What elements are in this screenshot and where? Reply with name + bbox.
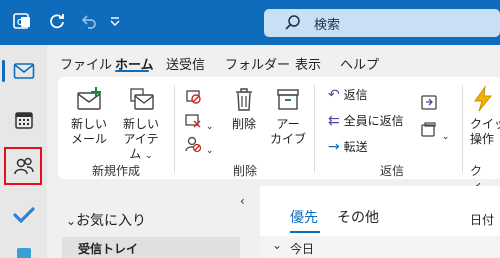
new-item-button[interactable]: 新しい アイテム ⌄	[118, 85, 164, 164]
search-icon	[285, 15, 300, 30]
quick-steps-button[interactable]: クイッ 操作	[470, 85, 500, 147]
quick-steps-label-2: 操作	[470, 132, 495, 146]
favorites-header[interactable]: ⌄お気に入り	[66, 210, 146, 230]
chevron-down-icon: ⌄	[441, 132, 450, 142]
reply-all-label: 全員に返信	[343, 114, 404, 128]
trash-icon	[236, 88, 252, 111]
delete-label: 削除	[231, 117, 256, 131]
calendar-reply-icon	[421, 95, 437, 110]
title-bar: O 検索	[0, 0, 500, 45]
ignore-icon	[186, 90, 201, 104]
sync-icon[interactable]	[46, 10, 68, 32]
junk-icon	[185, 136, 202, 153]
date-group-header[interactable]: ⌄ 今日	[260, 236, 500, 258]
more-respond-button[interactable]: ⌄	[420, 121, 449, 142]
quick-steps-label-1: クイッ	[470, 117, 500, 131]
cleanup-button[interactable]: ⌄	[184, 111, 213, 132]
outlook-logo-icon: O	[11, 10, 33, 32]
tab-help[interactable]: ヘルプ	[340, 54, 379, 73]
more-respond-icon	[421, 122, 436, 137]
people-app-button[interactable]	[9, 151, 39, 181]
search-box[interactable]: 検索	[264, 9, 500, 37]
reply-all-button[interactable]: ⇇ 全員に返信	[328, 112, 404, 129]
people-icon	[14, 157, 34, 175]
junk-button[interactable]: ⌄	[184, 135, 213, 156]
tab-folder[interactable]: フォルダー	[225, 54, 290, 73]
tab-focused[interactable]: 優先	[290, 207, 318, 227]
tab-send-receive[interactable]: 送受信	[166, 54, 205, 73]
app-icon	[17, 248, 31, 258]
calendar-app-button[interactable]	[9, 105, 39, 135]
reply-label: 返信	[343, 88, 368, 102]
forward-button[interactable]: → 転送	[328, 138, 368, 155]
tab-other[interactable]: その他	[337, 207, 379, 227]
sort-label: 日付	[470, 213, 495, 227]
cleanup-icon	[185, 114, 201, 128]
calendar-icon	[15, 112, 33, 129]
chevron-down-icon: ⌄	[205, 146, 214, 156]
tab-view[interactable]: 表示	[295, 54, 321, 73]
lightning-icon	[474, 85, 493, 112]
forward-icon: →	[328, 139, 340, 155]
ribbon-tab-bar: ファイル ホーム 送受信 フォルダー 表示 ヘルプ	[47, 45, 500, 77]
separator	[174, 85, 175, 173]
ribbon: 新しい メール 新しい アイテム ⌄ 新規作成 ⌄ ⌄ 削除 アー カイブ 削除…	[58, 77, 500, 195]
mail-app-button[interactable]	[9, 56, 39, 86]
focused-tab-underline	[290, 231, 320, 233]
chevron-down-icon: ⌄	[145, 151, 153, 161]
favorites-label: お気に入り	[76, 213, 147, 229]
active-tab-underline	[115, 70, 149, 72]
archive-label-2: カイブ	[269, 132, 306, 146]
meeting-reply-button[interactable]	[420, 93, 438, 114]
collapse-pane-chevron-icon[interactable]: ‹	[240, 194, 245, 208]
group-label-respond: 返信	[380, 164, 405, 178]
archive-label-1: アー	[276, 117, 300, 131]
mail-icon	[13, 63, 35, 79]
active-app-indicator	[2, 60, 5, 82]
new-item-label-1: 新しい	[122, 117, 159, 131]
search-placeholder: 検索	[314, 18, 341, 33]
delete-button[interactable]: 削除	[226, 85, 262, 132]
todo-check-icon	[13, 207, 35, 224]
chevron-down-icon: ⌄	[205, 122, 214, 132]
reply-all-icon: ⇇	[328, 113, 340, 129]
chevron-down-icon: ⌄	[66, 214, 77, 228]
svg-text:O: O	[17, 18, 23, 27]
customize-toolbar-icon[interactable]	[104, 10, 126, 32]
inbox-label: 受信トレイ	[78, 242, 139, 256]
group-label-new: 新規作成	[92, 164, 141, 178]
new-mail-label-1: 新しい	[70, 117, 107, 131]
new-mail-icon	[77, 87, 101, 110]
separator	[462, 85, 463, 173]
chevron-down-icon: ⌄	[272, 238, 283, 252]
more-apps-button[interactable]	[9, 244, 39, 258]
archive-icon	[277, 89, 299, 110]
todo-app-button[interactable]	[9, 200, 39, 230]
folder-item-inbox[interactable]: 受信トレイ	[62, 237, 240, 258]
group-label-delete: 削除	[233, 164, 258, 178]
new-item-label-2: アイテム ⌄	[123, 132, 159, 161]
tab-file[interactable]: ファイル	[60, 54, 112, 73]
new-mail-button[interactable]: 新しい メール	[66, 85, 112, 147]
reply-icon: ↶	[328, 87, 340, 103]
separator	[314, 85, 315, 173]
ignore-button[interactable]	[184, 87, 202, 108]
archive-button[interactable]: アー カイブ	[268, 85, 308, 147]
undo-icon[interactable]	[78, 10, 100, 32]
forward-label: 転送	[343, 140, 368, 154]
today-label: 今日	[290, 242, 315, 256]
new-item-icon	[130, 88, 154, 110]
reply-button[interactable]: ↶ 返信	[328, 86, 368, 103]
new-mail-label-2: メール	[70, 132, 107, 146]
